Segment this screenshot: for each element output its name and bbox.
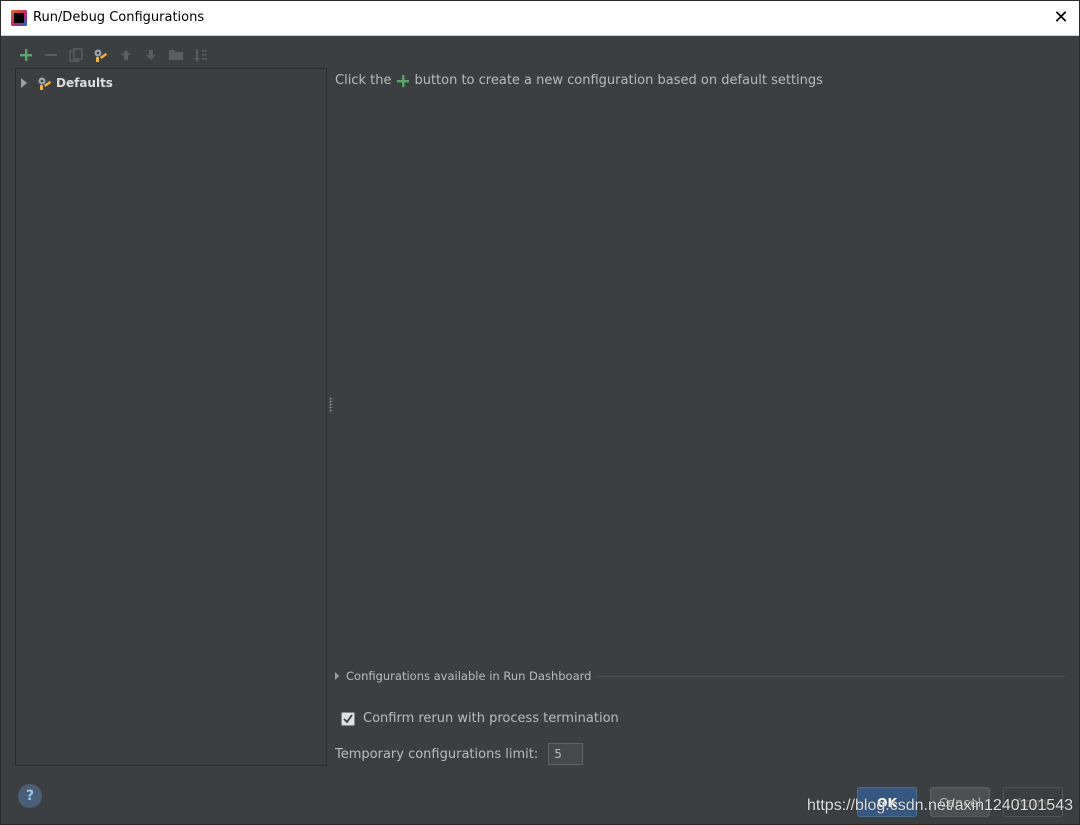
limit-input[interactable]: 5 [548, 743, 584, 765]
sort-icon[interactable] [190, 44, 212, 66]
temp-config-limit: Temporary configurations limit: 5 [335, 743, 584, 765]
help-button[interactable]: ? [18, 784, 42, 808]
confirm-rerun-checkbox[interactable] [341, 711, 355, 726]
run-dashboard-label: Configurations available in Run Dashboar… [346, 669, 592, 683]
move-up-icon[interactable] [115, 44, 137, 66]
expand-arrow-icon[interactable] [21, 78, 27, 88]
run-dashboard-section[interactable]: Configurations available in Run Dashboar… [335, 667, 1065, 685]
hint-text-start: Click the [335, 73, 392, 88]
confirm-rerun-label: Confirm rerun with process termination [363, 711, 619, 726]
limit-label: Temporary configurations limit: [335, 746, 539, 762]
add-icon[interactable] [15, 44, 37, 66]
hint-text-end: button to create a new configuration bas… [414, 73, 823, 88]
tree-item-label: Defaults [56, 76, 113, 90]
tree-item-defaults[interactable]: Defaults [20, 73, 113, 93]
title-bar: Run/Debug Configurations ✕ [1, 1, 1079, 36]
wrench-gear-icon [37, 75, 53, 91]
close-button[interactable]: ✕ [1049, 6, 1073, 30]
move-down-icon[interactable] [140, 44, 162, 66]
plus-icon [396, 74, 410, 88]
remove-icon[interactable] [40, 44, 62, 66]
edit-defaults-icon[interactable] [90, 44, 112, 66]
collapse-arrow-icon[interactable] [335, 672, 339, 680]
confirm-rerun-option[interactable]: Confirm rerun with process termination [341, 711, 619, 726]
watermark: https://blog.csdn.net/axin1240101543 [807, 797, 1073, 814]
window-title: Run/Debug Configurations [33, 10, 205, 25]
configurations-tree: Defaults [15, 68, 327, 766]
folder-icon[interactable] [165, 44, 187, 66]
empty-hint: Click the button to create a new configu… [335, 73, 823, 88]
copy-icon[interactable] [65, 44, 87, 66]
run-debug-dialog: Run/Debug Configurations ✕ Defaults Clic… [0, 0, 1080, 825]
splitter-handle[interactable] [329, 397, 333, 413]
separator-line [597, 675, 1065, 677]
intellij-app-icon [11, 10, 27, 26]
